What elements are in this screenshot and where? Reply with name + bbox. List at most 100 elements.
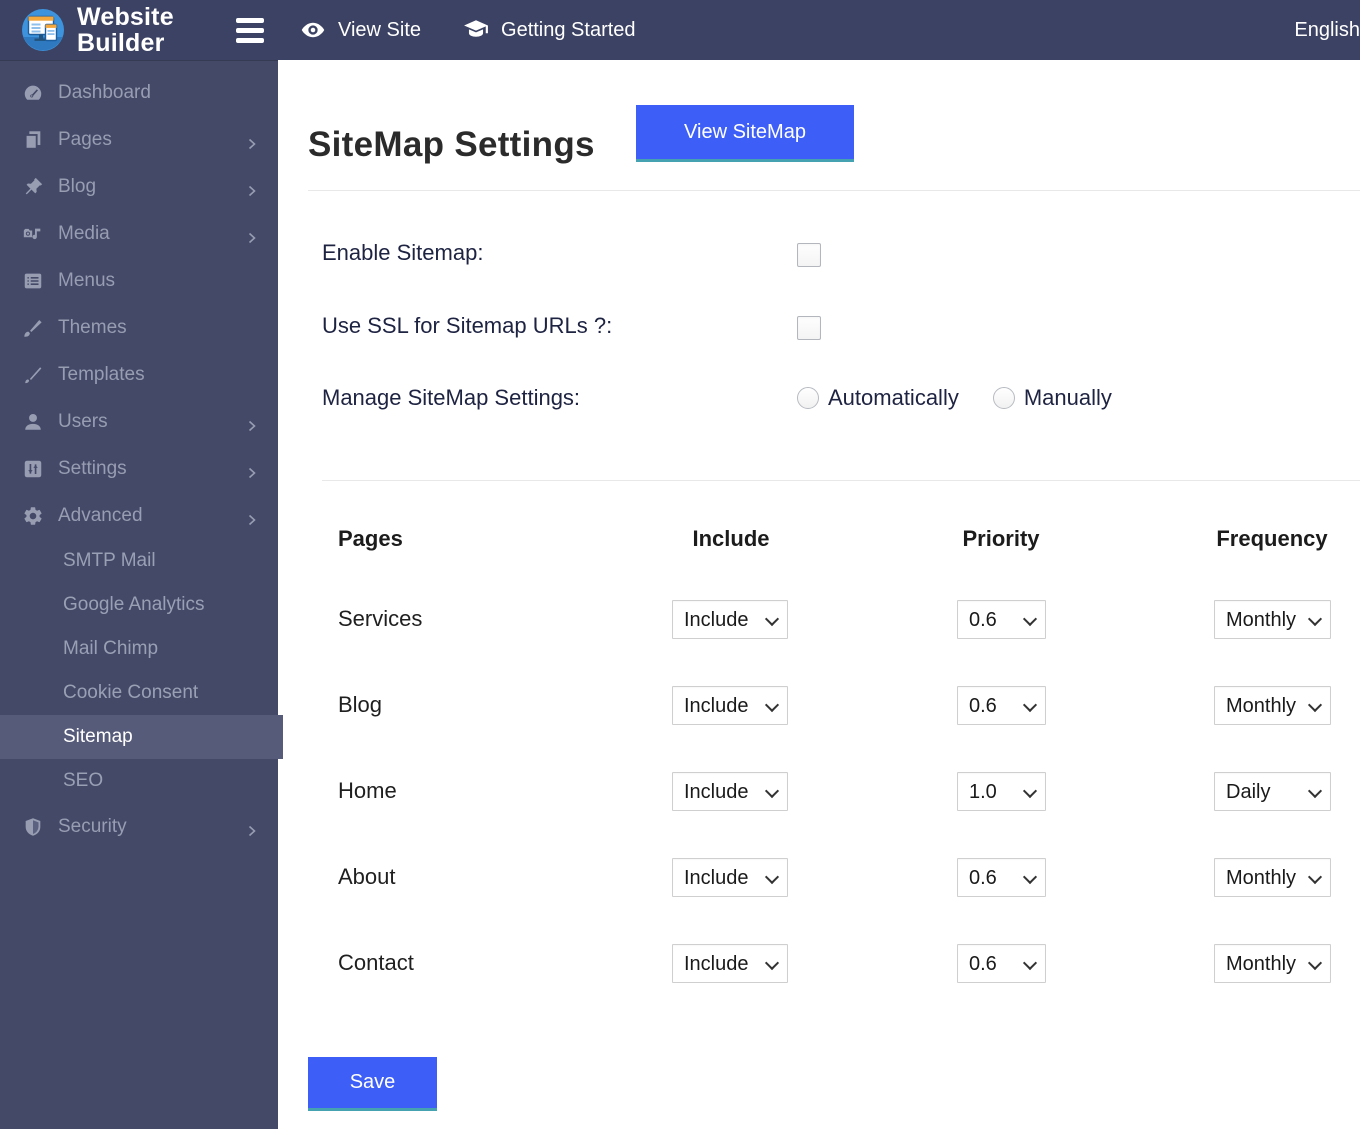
view-site-button[interactable]: View Site xyxy=(300,17,421,43)
graduation-cap-icon xyxy=(463,17,489,43)
user-icon xyxy=(20,410,46,434)
manage-sitemap-radio-group: Automatically Manually xyxy=(797,385,1112,411)
services-priority-select-wrap: 0.6 xyxy=(957,600,1046,639)
home-priority-select-wrap: 1.0 xyxy=(957,772,1046,811)
sidebar-item-label: Security xyxy=(58,816,127,838)
home-include-select-wrap: Include xyxy=(672,772,788,811)
language-selector[interactable]: English xyxy=(1284,19,1360,42)
page-row-label: Blog xyxy=(338,692,382,718)
home-frequency-select-wrap: Daily xyxy=(1214,772,1331,811)
divider xyxy=(308,190,1360,191)
sidebar-subitem-label: SEO xyxy=(63,770,103,792)
enable-sitemap-checkbox[interactable] xyxy=(797,243,821,267)
blog-priority-select[interactable]: 0.6 xyxy=(957,686,1046,725)
blog-frequency-select[interactable]: Monthly xyxy=(1214,686,1331,725)
sidebar-item-google-analytics[interactable]: Google Analytics xyxy=(0,583,278,627)
chevron-right-icon xyxy=(246,134,258,146)
sidebar-item-smtp-mail[interactable]: SMTP Mail xyxy=(0,539,278,583)
main-content: SiteMap Settings View SiteMap Enable Sit… xyxy=(278,60,1360,1129)
save-button[interactable]: Save xyxy=(308,1057,437,1111)
about-priority-select[interactable]: 0.6 xyxy=(957,858,1046,897)
manage-manually-radio[interactable] xyxy=(993,387,1015,409)
sidebar-item-cookie-consent[interactable]: Cookie Consent xyxy=(0,671,278,715)
manage-automatically-radio[interactable] xyxy=(797,387,819,409)
column-header-include: Include xyxy=(692,526,769,552)
ssl-sitemap-label: Use SSL for Sitemap URLs ?: xyxy=(322,313,612,339)
manage-manually-option[interactable]: Manually xyxy=(993,385,1112,411)
sidebar-item-label: Advanced xyxy=(58,505,143,527)
sidebar-item-dashboard[interactable]: Dashboard xyxy=(0,69,278,116)
about-frequency-select-wrap: Monthly xyxy=(1214,858,1331,897)
sidebar-item-security[interactable]: Security xyxy=(0,803,278,850)
sidebar-item-pages[interactable]: Pages xyxy=(0,116,278,163)
services-include-select-wrap: Include xyxy=(672,600,788,639)
view-sitemap-button[interactable]: View SiteMap xyxy=(636,105,854,162)
chevron-right-icon xyxy=(246,181,258,193)
sidebar-subitem-label: Sitemap xyxy=(63,726,133,748)
sidebar-item-label: Templates xyxy=(58,364,145,386)
sidebar-item-seo[interactable]: SEO xyxy=(0,759,278,803)
sliders-icon xyxy=(20,457,46,481)
home-priority-select[interactable]: 1.0 xyxy=(957,772,1046,811)
about-include-select[interactable]: Include xyxy=(672,858,788,897)
brand-area: Website Builder xyxy=(0,4,278,57)
home-frequency-select[interactable]: Daily xyxy=(1214,772,1331,811)
radio-label: Automatically xyxy=(828,385,959,411)
blog-include-select-wrap: Include xyxy=(672,686,788,725)
page-row-label: Services xyxy=(338,606,422,632)
column-header-priority: Priority xyxy=(962,526,1039,552)
services-priority-select[interactable]: 0.6 xyxy=(957,600,1046,639)
sidebar-item-menus[interactable]: Menus xyxy=(0,257,278,304)
sidebar-item-mail-chimp[interactable]: Mail Chimp xyxy=(0,627,278,671)
sidebar-subitem-label: SMTP Mail xyxy=(63,550,156,572)
sidebar-toggle-button[interactable] xyxy=(236,13,266,48)
enable-sitemap-label: Enable Sitemap: xyxy=(322,240,483,266)
sidebar-item-templates[interactable]: Templates xyxy=(0,351,278,398)
sidebar-item-media[interactable]: Media xyxy=(0,210,278,257)
divider xyxy=(322,480,1360,481)
services-include-select[interactable]: Include xyxy=(672,600,788,639)
eye-icon xyxy=(300,17,326,43)
shield-icon xyxy=(20,815,46,839)
hamburger-bar xyxy=(236,28,264,33)
sidebar-item-label: Menus xyxy=(58,270,115,292)
sidebar-item-sitemap[interactable]: Sitemap xyxy=(0,715,283,759)
chevron-right-icon xyxy=(246,821,258,833)
sidebar-item-label: Dashboard xyxy=(58,82,151,104)
contact-frequency-select[interactable]: Monthly xyxy=(1214,944,1331,983)
sidebar-subitem-label: Mail Chimp xyxy=(63,638,158,660)
contact-include-select[interactable]: Include xyxy=(672,944,788,983)
contact-priority-select[interactable]: 0.6 xyxy=(957,944,1046,983)
blog-include-select[interactable]: Include xyxy=(672,686,788,725)
page-row-label: About xyxy=(338,864,396,890)
top-header: Website Builder View Site Getting Starte… xyxy=(0,0,1360,60)
contact-priority-select-wrap: 0.6 xyxy=(957,944,1046,983)
sidebar-item-advanced[interactable]: Advanced xyxy=(0,492,278,539)
contact-include-select-wrap: Include xyxy=(672,944,788,983)
about-frequency-select[interactable]: Monthly xyxy=(1214,858,1331,897)
ssl-sitemap-checkbox[interactable] xyxy=(797,316,821,340)
sidebar-item-themes[interactable]: Themes xyxy=(0,304,278,351)
sidebar-item-label: Blog xyxy=(58,176,96,198)
sidebar-subitem-label: Google Analytics xyxy=(63,594,205,616)
sidebar-item-users[interactable]: Users xyxy=(0,398,278,445)
sidebar-item-label: Themes xyxy=(58,317,127,339)
about-include-select-wrap: Include xyxy=(672,858,788,897)
getting-started-button[interactable]: Getting Started xyxy=(463,17,636,43)
sidebar-item-settings[interactable]: Settings xyxy=(0,445,278,492)
radio-label: Manually xyxy=(1024,385,1112,411)
page-title: SiteMap Settings xyxy=(308,125,595,165)
contact-frequency-select-wrap: Monthly xyxy=(1214,944,1331,983)
sidebar-item-blog[interactable]: Blog xyxy=(0,163,278,210)
column-header-frequency: Frequency xyxy=(1216,526,1327,552)
app-logo-icon xyxy=(20,7,66,53)
chevron-right-icon xyxy=(246,510,258,522)
manage-automatically-option[interactable]: Automatically xyxy=(797,385,959,411)
services-frequency-select-wrap: Monthly xyxy=(1214,600,1331,639)
home-include-select[interactable]: Include xyxy=(672,772,788,811)
view-site-label: View Site xyxy=(338,19,421,42)
services-frequency-select[interactable]: Monthly xyxy=(1214,600,1331,639)
pin-icon xyxy=(20,175,46,199)
chevron-right-icon xyxy=(246,463,258,475)
blog-frequency-select-wrap: Monthly xyxy=(1214,686,1331,725)
